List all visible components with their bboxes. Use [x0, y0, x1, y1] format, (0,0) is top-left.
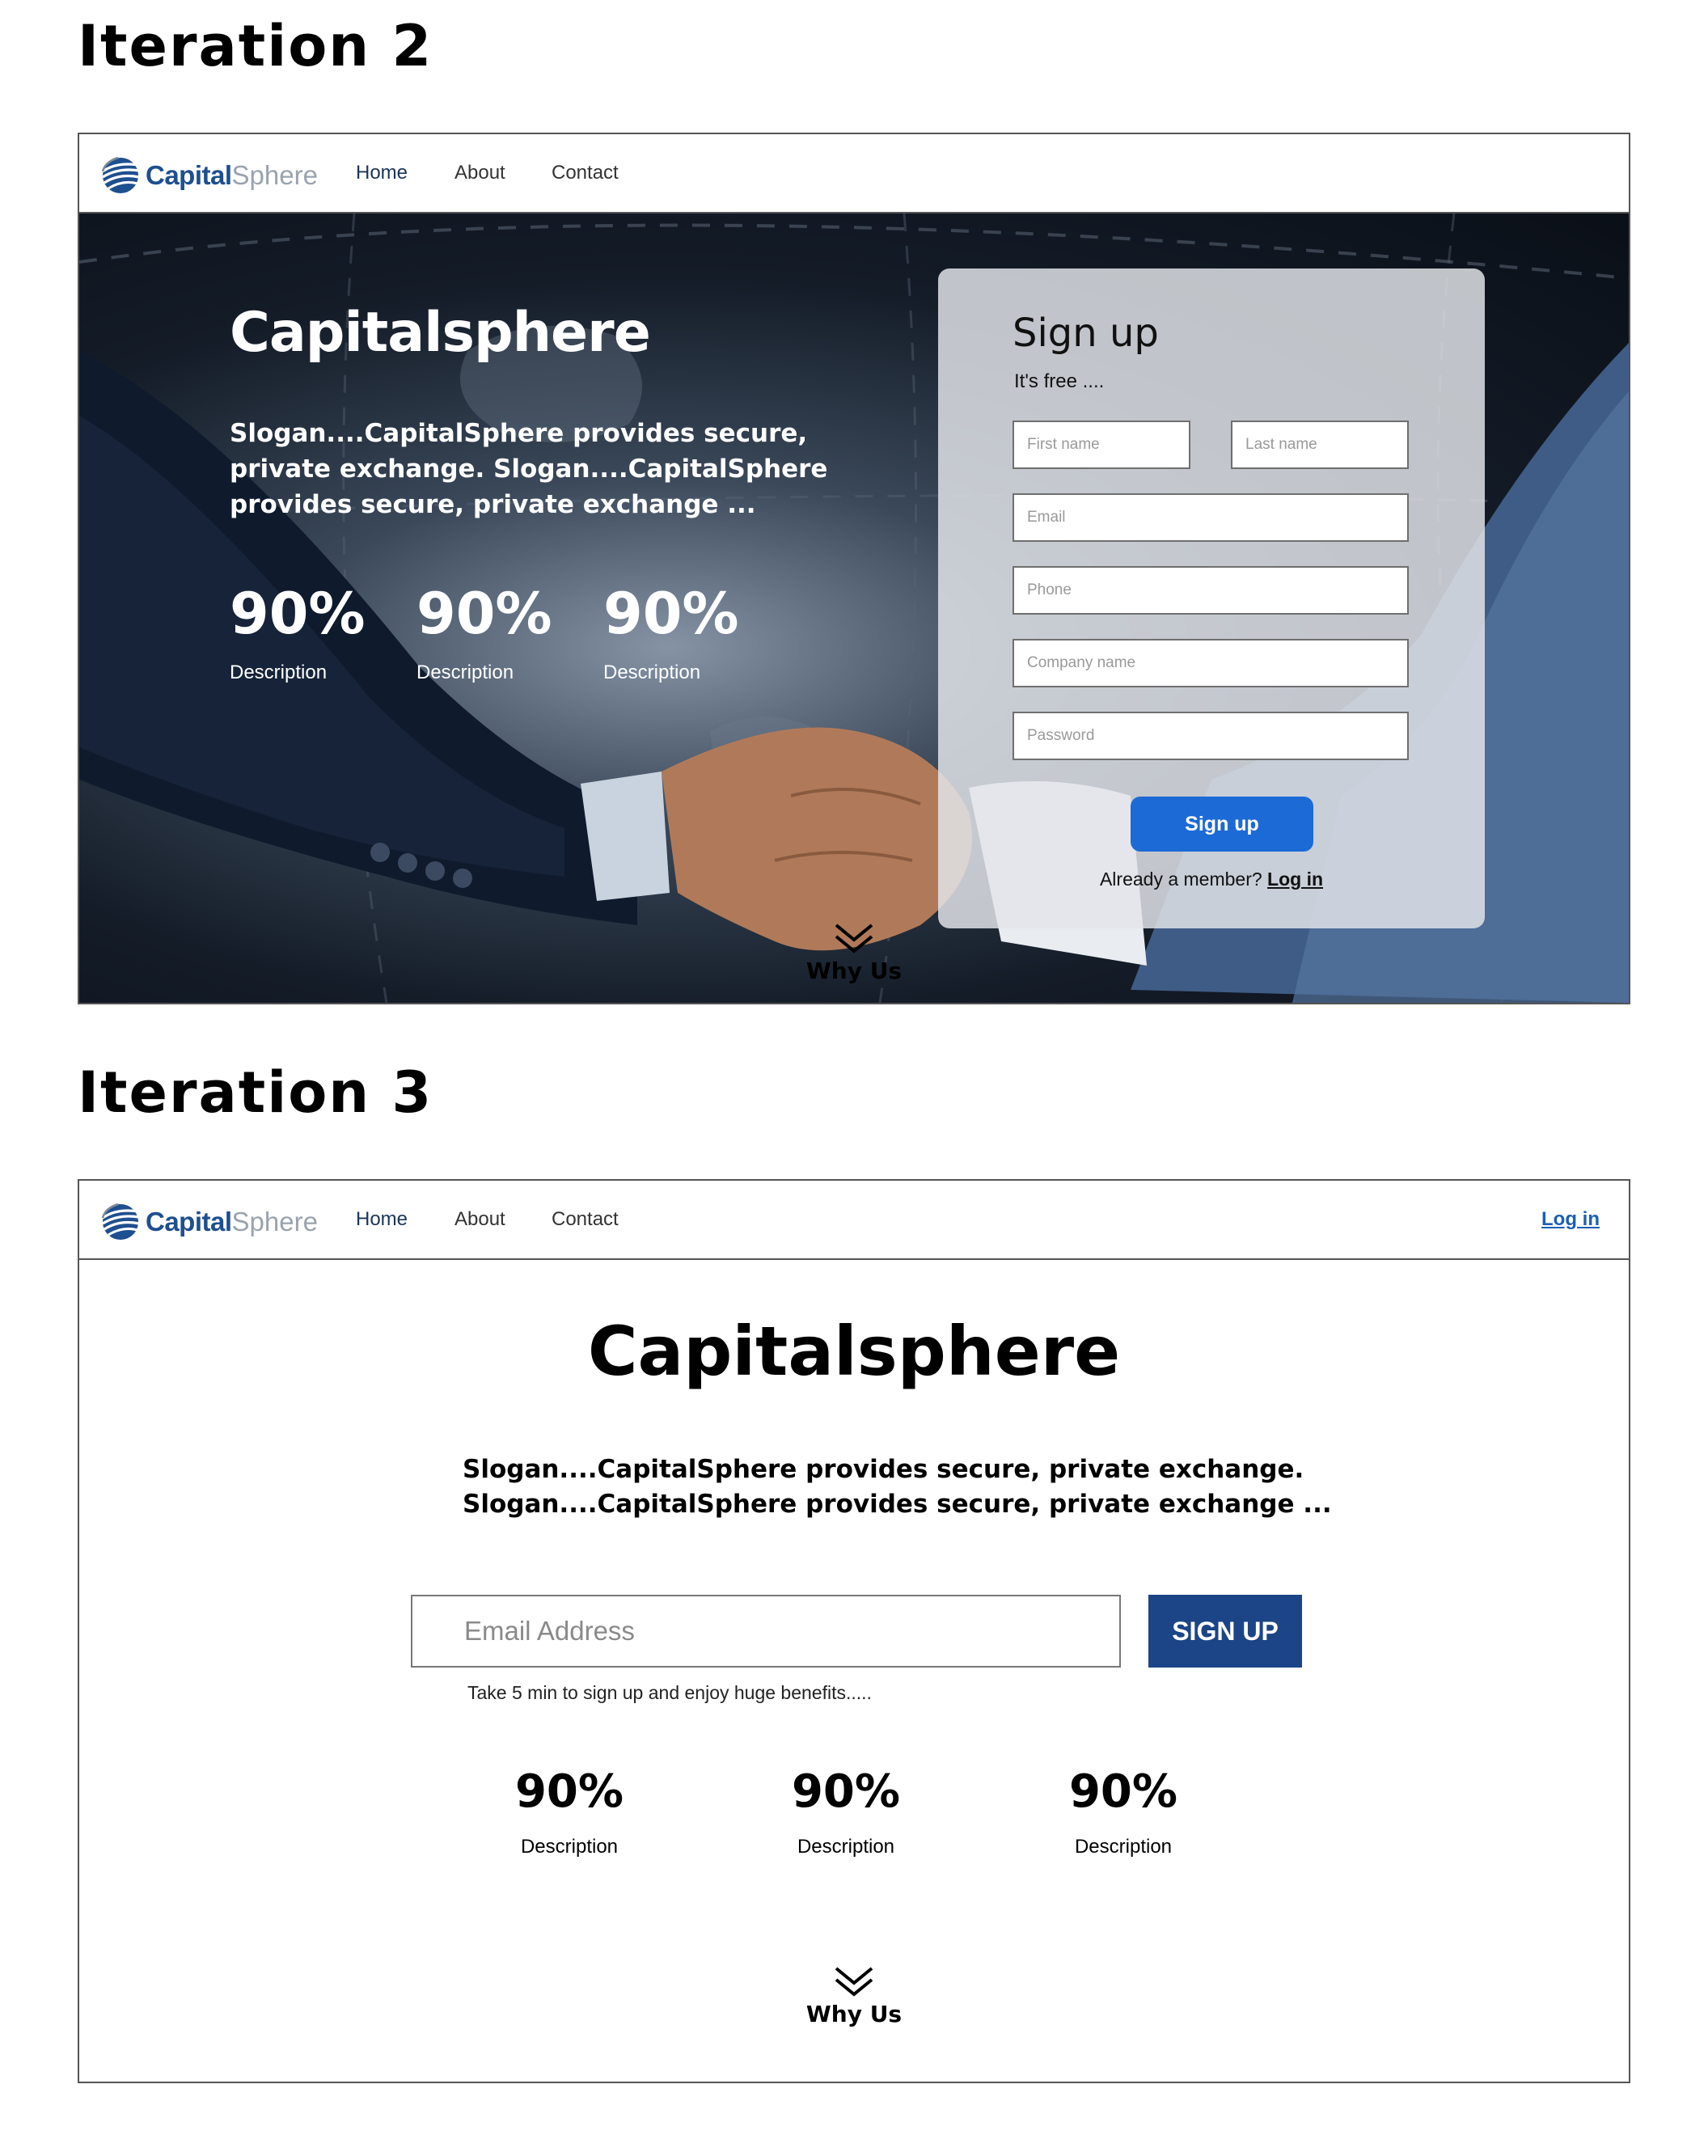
hero-title: Capitalsphere — [230, 301, 651, 365]
last-name-field[interactable] — [1231, 421, 1409, 469]
phone-field[interactable] — [1013, 566, 1409, 615]
stat-description: Description — [797, 1836, 895, 1858]
email-field[interactable] — [1013, 493, 1409, 542]
logo[interactable]: CapitalSphere — [100, 155, 318, 194]
why-us-link[interactable]: Why Us — [773, 2001, 935, 2027]
double-chevron-down-icon[interactable] — [833, 1965, 875, 1997]
stat: 90% Description — [472, 1769, 666, 1858]
navbar: CapitalSphere Home About Contact Log in — [79, 1181, 1629, 1260]
first-name-field[interactable] — [1013, 421, 1190, 469]
stat: 90% Description — [1026, 1769, 1220, 1858]
nav-login-link[interactable]: Log in — [1541, 1208, 1600, 1231]
signup-button[interactable]: Sign up — [1131, 797, 1313, 852]
hero-stat: 90% Description — [603, 586, 781, 684]
stat-description: Description — [520, 1836, 619, 1858]
signup-hint: Take 5 min to sign up and enjoy huge ben… — [467, 1682, 872, 1703]
hero-stat: 90% Description — [416, 586, 594, 684]
company-name-field[interactable] — [1013, 639, 1409, 687]
stat-value: 90% — [416, 581, 552, 647]
iteration-3-heading: Iteration 3 — [78, 1059, 433, 1126]
nav-about-link[interactable]: About — [454, 1208, 505, 1231]
why-us-link[interactable]: Why Us — [773, 958, 935, 984]
stat-description: Description — [1074, 1836, 1173, 1858]
stat-value: 90% — [230, 581, 366, 647]
navbar: CapitalSphere Home About Contact — [79, 134, 1629, 213]
stat-description: Description — [603, 662, 701, 683]
nav-home-link[interactable]: Home — [356, 1208, 408, 1231]
slogan-line: Slogan....CapitalSphere provides secure,… — [463, 1490, 1332, 1519]
nav-contact-link[interactable]: Contact — [552, 162, 619, 184]
slogan-line: Slogan....CapitalSphere provides secure,… — [463, 1455, 1304, 1484]
slogan: Slogan....CapitalSphere provides secure,… — [463, 1452, 1332, 1522]
member-text: Already a member? — [1099, 869, 1262, 890]
brand-name: CapitalSphere — [146, 159, 318, 190]
nav-contact-link[interactable]: Contact — [552, 1208, 619, 1231]
signup-card: Sign up It's free .... Sign up Already a… — [938, 268, 1485, 928]
login-link[interactable]: Log in — [1267, 869, 1323, 890]
stat-value: 90% — [514, 1765, 624, 1818]
hero-slogan: Slogan....CapitalSphere provides secure,… — [230, 419, 828, 519]
nav-home-link[interactable]: Home — [356, 162, 408, 184]
hero-section: Capitalsphere Slogan....CapitalSphere pr… — [79, 213, 1629, 1003]
page-title: Capitalsphere — [587, 1312, 1121, 1391]
logo[interactable]: CapitalSphere — [100, 1202, 318, 1241]
globe-logo-icon — [101, 1203, 140, 1240]
stat-value: 90% — [791, 1765, 901, 1818]
stat-description: Description — [416, 662, 514, 683]
password-field[interactable] — [1013, 712, 1409, 760]
nav-about-link[interactable]: About — [454, 162, 505, 184]
email-address-field[interactable] — [411, 1595, 1121, 1668]
iteration-3-frame: CapitalSphere Home About Contact Log in … — [78, 1179, 1630, 2083]
stat-value: 90% — [603, 581, 739, 647]
hero-stat: 90% Description — [230, 586, 408, 684]
iteration-2-heading: Iteration 2 — [78, 13, 433, 79]
stat-value: 90% — [1068, 1765, 1178, 1818]
double-chevron-down-icon[interactable] — [833, 922, 875, 954]
signup-title: Sign up — [1013, 311, 1159, 356]
member-prompt: Already a member? Log in — [938, 869, 1485, 890]
iteration-2-frame: CapitalSphere Home About Contact Capital… — [78, 133, 1630, 1004]
globe-logo-icon — [101, 156, 140, 193]
stat-description: Description — [230, 662, 328, 683]
brand-name: CapitalSphere — [146, 1206, 318, 1237]
stat: 90% Description — [749, 1769, 943, 1858]
signup-subtitle: It's free .... — [1014, 370, 1105, 392]
signup-button[interactable]: SIGN UP — [1148, 1595, 1302, 1668]
